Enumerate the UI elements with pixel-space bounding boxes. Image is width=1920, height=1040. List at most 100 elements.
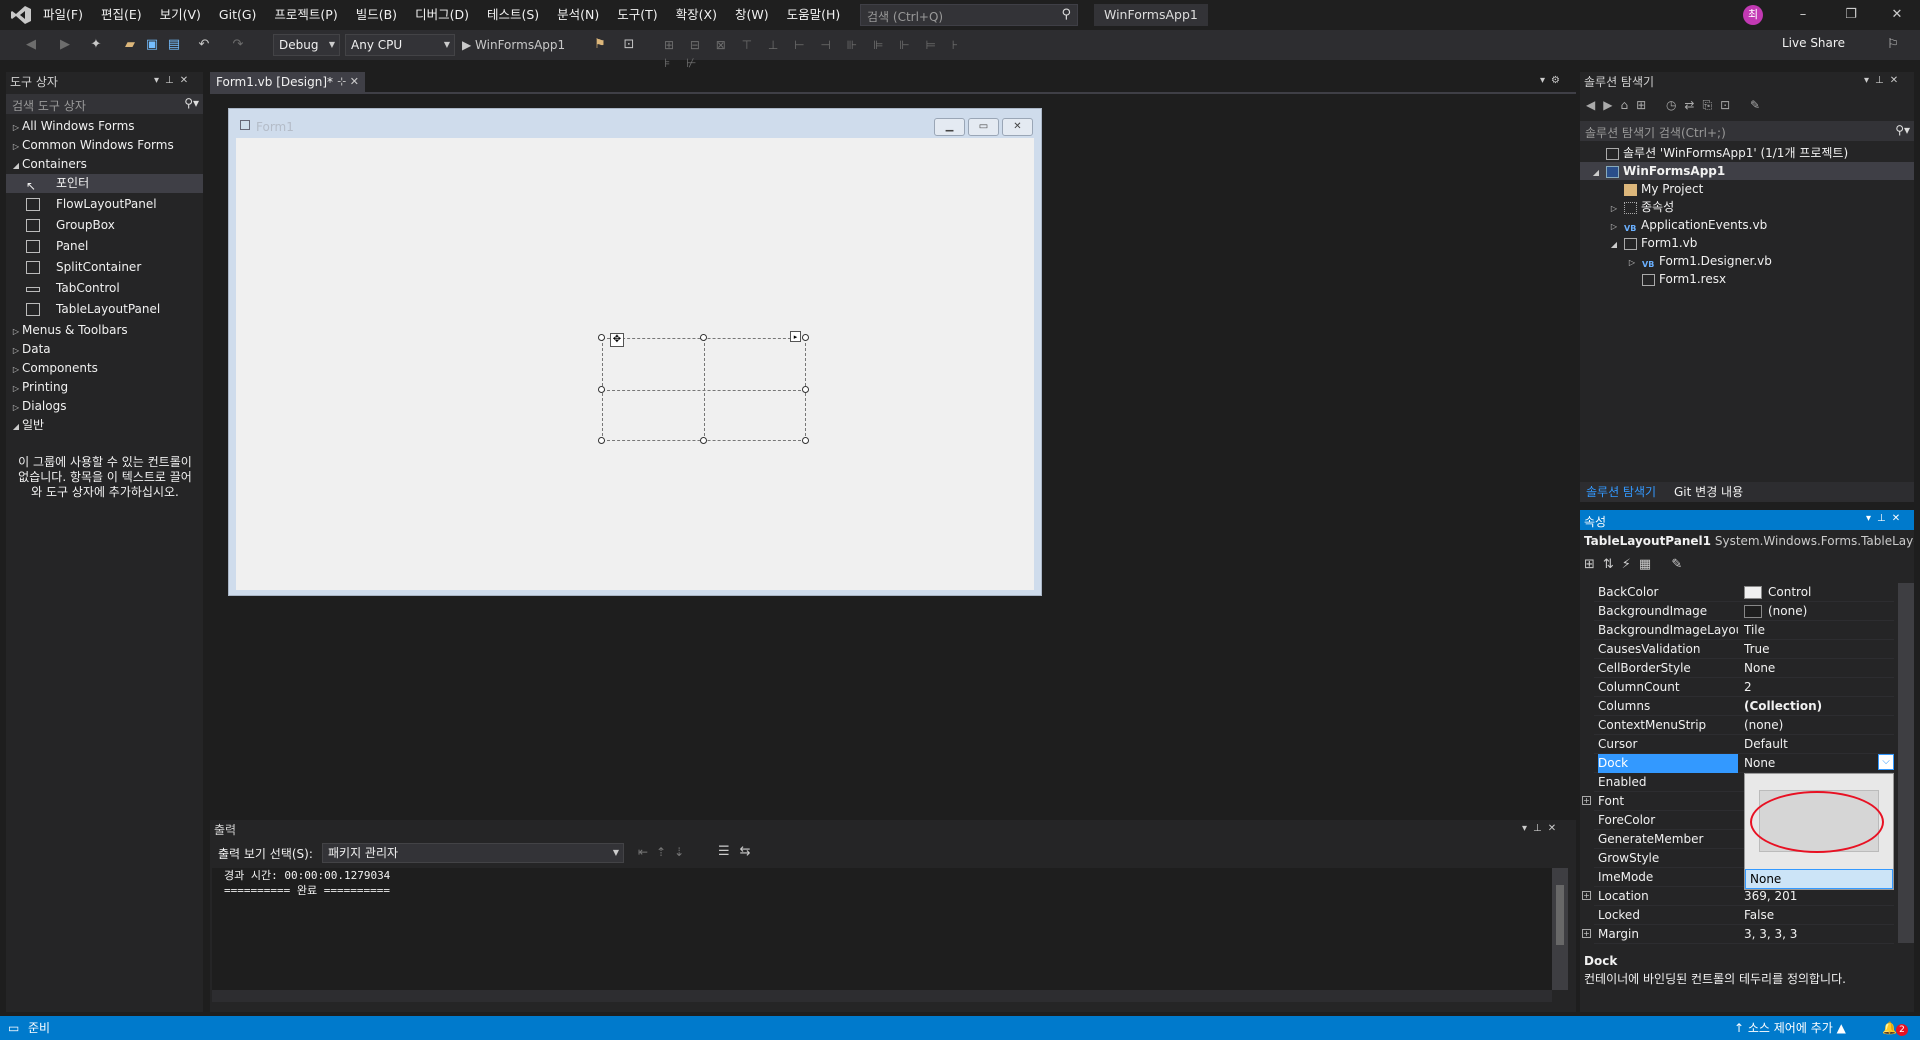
properties-scrollbar[interactable] xyxy=(1898,583,1914,943)
toolbox-group-data[interactable]: ▷ Data xyxy=(6,340,203,359)
menu-tools[interactable]: 도구(T) xyxy=(608,0,666,30)
tree-form1-node[interactable]: ◢ Form1.vb xyxy=(1608,234,1697,252)
output-window-buttons[interactable]: ▾⊥✕ xyxy=(1522,823,1562,834)
toolbox-search-input[interactable]: 검색 도구 상자 ⚲▾ xyxy=(6,94,203,114)
toolbox-item-panel[interactable]: Panel xyxy=(6,237,203,256)
toolbox-group-components[interactable]: ▷ Components xyxy=(6,359,203,378)
dock-dropdown-button[interactable]: ⌵ xyxy=(1878,754,1894,770)
move-glyph-icon[interactable]: ✥ xyxy=(610,333,624,347)
output-source-dropdown[interactable]: 패키지 관리자 ▼ xyxy=(322,843,624,863)
properties-object-selector[interactable]: TableLayoutPanel1 System.Windows.Forms.T… xyxy=(1584,534,1914,548)
dock-none-option[interactable]: None xyxy=(1745,869,1893,889)
tree-applicationevents-node[interactable]: ▷ VB ApplicationEvents.vb xyxy=(1608,216,1767,234)
resize-handle[interactable] xyxy=(700,334,707,341)
toolbox-group-menus-toolbars[interactable]: ▷ Menus & Toolbars xyxy=(6,321,203,340)
tree-my-project-node[interactable]: My Project xyxy=(1608,180,1703,198)
form-maximize-button[interactable]: ▭ xyxy=(968,118,999,136)
tree-dependencies-node[interactable]: ▷ 종속성 xyxy=(1608,198,1674,216)
tree-form1-resx-node[interactable]: Form1.resx xyxy=(1626,270,1726,288)
feedback-icon[interactable]: ⚐ xyxy=(1884,36,1902,54)
save-icon[interactable]: ▣ xyxy=(144,36,160,54)
open-folder-icon[interactable]: ▰ xyxy=(122,36,138,54)
prop-margin[interactable]: + Margin 3, 3, 3, 3 xyxy=(1582,925,1894,944)
properties-window-buttons[interactable]: ▾⊥✕ xyxy=(1866,513,1906,524)
toolbox-group-dialogs[interactable]: ▷ Dialogs xyxy=(6,397,203,416)
resize-handle[interactable] xyxy=(598,437,605,444)
prop-dock[interactable]: Dock None xyxy=(1594,754,1894,773)
menu-test[interactable]: 테스트(S) xyxy=(478,0,548,30)
expand-icon[interactable]: + xyxy=(1582,929,1591,938)
toolbox-item-tablelayoutpanel[interactable]: TableLayoutPanel xyxy=(6,300,203,319)
prop-causesvalidation[interactable]: CausesValidation True xyxy=(1594,640,1894,659)
toolbox-item-splitcontainer[interactable]: SplitContainer xyxy=(6,258,203,277)
prop-columncount[interactable]: ColumnCount 2 xyxy=(1594,678,1894,697)
toolbox-group-printing[interactable]: ▷ Printing xyxy=(6,378,203,397)
toolbox-group-containers[interactable]: ◢ Containers xyxy=(6,155,203,174)
output-horizontal-scrollbar[interactable] xyxy=(212,990,1552,1002)
minimize-button[interactable]: – xyxy=(1780,0,1826,30)
avatar[interactable]: 최 xyxy=(1743,5,1763,25)
menu-edit[interactable]: 편집(E) xyxy=(92,0,151,30)
prop-backcolor[interactable]: BackColor Control xyxy=(1594,583,1894,602)
resize-handle[interactable] xyxy=(598,334,605,341)
tree-form1-designer-node[interactable]: ▷ VB Form1.Designer.vb xyxy=(1626,252,1772,270)
browser-link-icon[interactable]: ⚑ xyxy=(592,36,608,54)
tab-solution-explorer[interactable]: 솔루션 탐색기 xyxy=(1580,482,1662,502)
prop-contextmenustrip[interactable]: ContextMenuStrip (none) xyxy=(1594,716,1894,735)
resize-handle[interactable] xyxy=(802,334,809,341)
save-all-icon[interactable]: ▤ xyxy=(166,36,182,54)
tab-form1-design[interactable]: Form1.vb [Design]* ⊹ ✕ xyxy=(210,72,365,92)
toolbox-item-flowlayoutpanel[interactable]: FlowLayoutPanel xyxy=(6,195,203,214)
redo-icon[interactable]: ↷ xyxy=(230,36,246,54)
menu-view[interactable]: 보기(V) xyxy=(151,0,210,30)
toolbox-item-tabcontrol[interactable]: TabControl xyxy=(6,279,203,298)
back-icon[interactable]: ◀ xyxy=(24,36,38,54)
menu-debug[interactable]: 디버그(D) xyxy=(406,0,478,30)
toolbox-group-all-windows-forms[interactable]: ▷ All Windows Forms xyxy=(6,117,203,136)
menu-extensions[interactable]: 확장(X) xyxy=(667,0,726,30)
solution-configuration-dropdown[interactable]: Debug ▼ xyxy=(273,34,340,56)
solution-search-input[interactable]: 솔루션 탐색기 검색(Ctrl+;) ⚲▾ xyxy=(1580,121,1914,141)
add-to-source-control-button[interactable]: ↑ 소스 제어에 추가 ▲ xyxy=(1734,1016,1846,1040)
prop-cursor[interactable]: Cursor Default xyxy=(1594,735,1894,754)
resize-handle[interactable] xyxy=(802,386,809,393)
visual-studio-logo-icon[interactable] xyxy=(10,5,32,25)
designer-icon[interactable]: ⊡ xyxy=(620,36,638,54)
live-share-button[interactable]: Live Share xyxy=(1782,36,1845,50)
output-scroll-thumb[interactable] xyxy=(1556,885,1564,945)
forward-icon[interactable]: ▶ xyxy=(58,36,72,54)
resize-handle[interactable] xyxy=(802,437,809,444)
start-debugging-button[interactable]: ▶ WinFormsApp1 xyxy=(462,36,580,54)
form-minimize-button[interactable]: ▁ xyxy=(934,118,965,136)
solution-window-buttons[interactable]: ▾⊥✕ xyxy=(1864,75,1904,86)
document-overflow-icons[interactable]: ▾⚙ xyxy=(1540,75,1566,86)
tree-solution-node[interactable]: 솔루션 'WinFormsApp1' (1/1개 프로젝트) xyxy=(1590,144,1910,162)
menu-analyze[interactable]: 분석(N) xyxy=(548,0,608,30)
toolbox-item-groupbox[interactable]: GroupBox xyxy=(6,216,203,235)
resize-handle[interactable] xyxy=(700,437,707,444)
prop-locked[interactable]: Locked False xyxy=(1594,906,1894,925)
tab-git-changes[interactable]: Git 변경 내용 xyxy=(1668,482,1749,502)
menu-file[interactable]: 파일(F) xyxy=(34,0,92,30)
menu-project[interactable]: 프로젝트(P) xyxy=(265,0,346,30)
close-button[interactable]: ✕ xyxy=(1874,0,1920,30)
restore-button[interactable]: ❐ xyxy=(1828,0,1874,30)
tablelayoutpanel-row-divider[interactable] xyxy=(602,390,806,391)
prop-backgroundimage[interactable]: BackgroundImage (none) xyxy=(1594,602,1894,621)
new-project-icon[interactable]: ✦ xyxy=(88,36,104,54)
prop-cellborderstyle[interactable]: CellBorderStyle None xyxy=(1594,659,1894,678)
expand-icon[interactable]: + xyxy=(1582,891,1591,900)
menu-build[interactable]: 빌드(B) xyxy=(347,0,406,30)
menu-git[interactable]: Git(G) xyxy=(210,0,266,30)
properties-toolbar-icons[interactable]: ⊞⇅⚡▦ ✎ xyxy=(1584,557,1690,572)
smart-tag-icon[interactable]: ▸ xyxy=(790,331,801,342)
toolbox-group-common-windows-forms[interactable]: ▷ Common Windows Forms xyxy=(6,136,203,155)
clear-all-icon[interactable]: ☰⇆ xyxy=(718,844,761,859)
output-toolbar-icons[interactable]: ⇤⇡⇣ xyxy=(638,845,692,859)
prop-backgroundimagelayout[interactable]: BackgroundImageLayout Tile xyxy=(1594,621,1894,640)
menu-help[interactable]: 도움말(H) xyxy=(778,0,850,30)
search-input[interactable]: 검색 (Ctrl+Q) ⚲ xyxy=(860,4,1078,26)
tree-project-node[interactable]: ◢ WinFormsApp1 xyxy=(1580,162,1914,180)
menu-window[interactable]: 창(W) xyxy=(726,0,778,30)
toolbox-group-general[interactable]: ◢ 일반 xyxy=(6,416,203,435)
